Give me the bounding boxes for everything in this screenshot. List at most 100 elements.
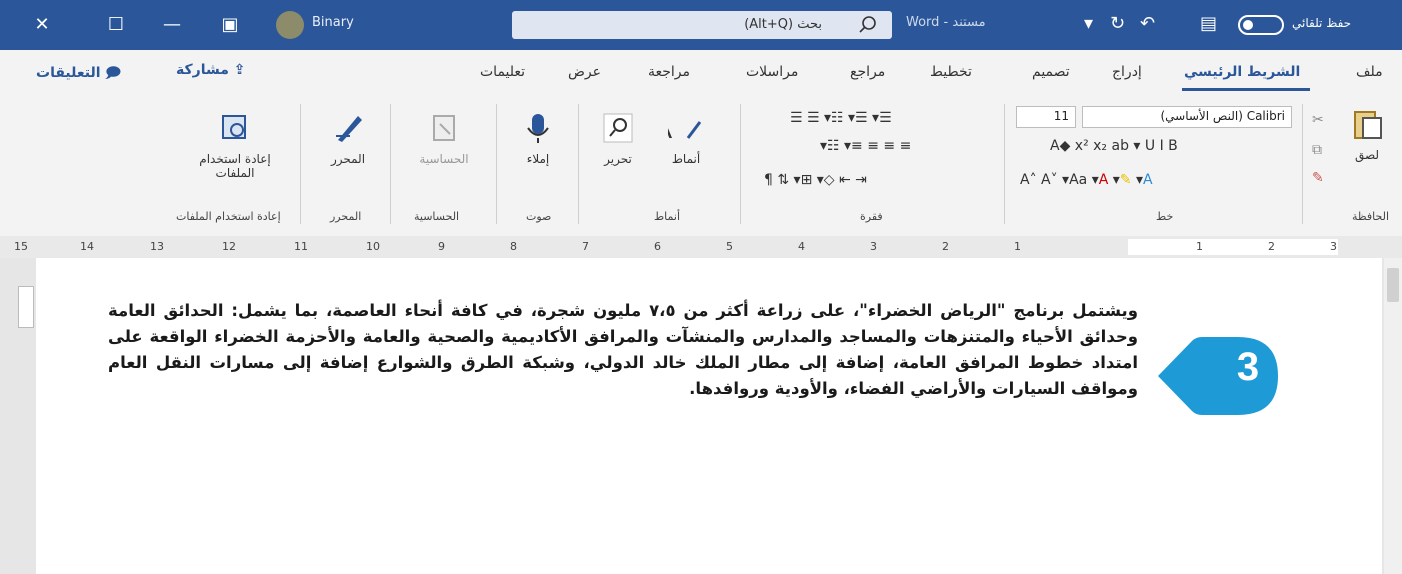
ribbon-tabs: 🗩 التعليقات ⇪ مشاركة تعليمات عرض مراجعة …: [0, 50, 1402, 92]
ruler-number: 5: [726, 240, 733, 253]
dictate-label: إملاء: [526, 152, 550, 166]
tab-references[interactable]: مراجع: [850, 64, 885, 80]
group-voice-label: صوت: [526, 210, 552, 223]
group-divider: [300, 104, 301, 224]
ruler-number: 2: [1268, 240, 1275, 253]
active-tab-indicator: [1182, 88, 1310, 91]
redo-icon[interactable]: ↻: [1110, 13, 1125, 34]
editor-label: المحرر: [330, 152, 366, 166]
account-name: Binary: [312, 15, 354, 30]
ruler-number: 4: [798, 240, 805, 253]
ribbon: إعادة استخدام الملفات إعادة استخدام المل…: [0, 92, 1402, 237]
ruler-number: 9: [438, 240, 445, 253]
minimize-icon[interactable]: —: [160, 13, 184, 37]
tab-insert[interactable]: إدراج: [1112, 64, 1142, 80]
group-divider: [496, 104, 497, 224]
group-reuse-label: إعادة استخدام الملفات: [176, 210, 281, 223]
tab-mailings[interactable]: مراسلات: [746, 64, 798, 80]
ruler-number: 12: [222, 240, 236, 253]
group-clipboard-label: الحافظة: [1352, 210, 1390, 223]
group-divider: [1302, 104, 1303, 224]
group-divider: [578, 104, 579, 224]
styles-button[interactable]: A أنماط: [656, 110, 716, 166]
scrollbar-thumb[interactable]: [1387, 268, 1399, 302]
tab-layout[interactable]: تخطيط: [930, 64, 972, 80]
ruler-number: 3: [1330, 240, 1337, 253]
format-painter-icon[interactable]: ✎: [1312, 170, 1324, 186]
paste-button[interactable]: لصق: [1342, 106, 1392, 162]
group-divider: [390, 104, 391, 224]
reuse-files-icon: [222, 115, 246, 139]
paragraph-row-2[interactable]: ▾☷ ▾≡ ≡ ≡ ≡: [820, 138, 911, 154]
document-paragraph[interactable]: ويشتمل برنامج "الرياض الخضراء"، على زراع…: [108, 298, 1138, 402]
ruler-number: 1: [1014, 240, 1021, 253]
editor-pen-icon: [336, 116, 362, 142]
autosave-toggle[interactable]: [1238, 15, 1284, 35]
editor-button[interactable]: المحرر: [318, 110, 378, 166]
step-badge-number: 3: [1236, 345, 1260, 389]
tab-help[interactable]: تعليمات: [480, 64, 525, 80]
undo-icon[interactable]: ↶: [1140, 13, 1155, 34]
qat-customize-icon[interactable]: ▾: [1084, 13, 1093, 34]
font-size-combo[interactable]: 11: [1016, 106, 1076, 128]
font-format-row[interactable]: A◆ x² x₂ ab ▾ U I B: [1050, 138, 1178, 154]
close-icon[interactable]: ✕: [30, 13, 54, 37]
search-icon: [859, 16, 876, 33]
tab-file[interactable]: ملف: [1356, 64, 1383, 80]
svg-text:A: A: [668, 113, 672, 144]
vertical-scrollbar[interactable]: [1384, 258, 1402, 574]
ruler-number: 13: [150, 240, 164, 253]
title-bar: ✕ ☐ — ▣ Binary بحث (Alt+Q) مستند - Word …: [0, 0, 1402, 50]
group-divider: [1004, 104, 1005, 224]
tab-review[interactable]: مراجعة: [648, 64, 690, 80]
save-icon[interactable]: ▤: [1200, 13, 1217, 34]
group-sensitivity-label: الحساسية: [414, 210, 460, 223]
ruler-number: 7: [582, 240, 589, 253]
microphone-icon: [527, 114, 549, 143]
styles-icon: A: [668, 113, 702, 144]
paragraph-row-3[interactable]: ¶ ⇅ ▾⊞ ▾◇ ⇤ ⇥: [764, 172, 867, 188]
copy-icon[interactable]: ⧉: [1312, 142, 1322, 158]
sensitivity-label: الحساسية: [419, 152, 469, 166]
paragraph-row-1[interactable]: ☰ ☰ ▾☷ ▾☰ ▾☰: [790, 110, 892, 126]
editing-button[interactable]: تحرير: [588, 110, 648, 166]
autosave-label: حفظ تلقائي: [1292, 16, 1352, 30]
search-box[interactable]: بحث (Alt+Q): [512, 11, 892, 39]
avatar[interactable]: [276, 11, 304, 39]
dictate-button[interactable]: إملاء: [510, 110, 566, 166]
group-divider: [740, 104, 741, 224]
maximize-icon[interactable]: ☐: [104, 13, 128, 37]
ruler-number: 2: [942, 240, 949, 253]
font-name-combo[interactable]: Calibri (النص الأساسي): [1082, 106, 1292, 128]
tab-view[interactable]: عرض: [568, 64, 601, 80]
ruler-number: 1: [1196, 240, 1203, 253]
search-input[interactable]: بحث (Alt+Q): [744, 17, 822, 32]
font-color-row[interactable]: A˄ A˅ ▾Aa ▾A ▾✎ ▾A: [1020, 172, 1153, 188]
ruler-number: 8: [510, 240, 517, 253]
find-icon: [603, 113, 633, 143]
reuse-files-label: إعادة استخدام الملفات: [199, 152, 271, 180]
paste-label: لصق: [1354, 148, 1380, 162]
ribbon-display-icon[interactable]: ▣: [218, 13, 242, 37]
reuse-files-button[interactable]: إعادة استخدام الملفات: [180, 110, 290, 180]
ruler-number: 11: [294, 240, 308, 253]
comments-button[interactable]: 🗩 التعليقات: [36, 62, 121, 86]
comments-label: التعليقات: [36, 65, 101, 81]
share-button[interactable]: ⇪ مشاركة: [176, 62, 245, 78]
ruler-text-area: [1128, 239, 1338, 255]
ruler-number: 6: [654, 240, 661, 253]
styles-label: أنماط: [671, 152, 701, 166]
ruler-number: 15: [14, 240, 28, 253]
sensitivity-button[interactable]: الحساسية: [404, 110, 484, 166]
ruler-number: 3: [870, 240, 877, 253]
group-font-label: خط: [1156, 210, 1174, 223]
sensitivity-icon: [433, 115, 455, 141]
ruler[interactable]: 15 14 13 12 11 10 9 8 7 6 5 4 3 2 1 1 2 …: [0, 236, 1402, 259]
cut-icon[interactable]: ✂: [1312, 112, 1324, 128]
tab-home[interactable]: الشريط الرئيسي: [1184, 64, 1300, 80]
ruler-number: 14: [80, 240, 94, 253]
ruler-number: 10: [366, 240, 380, 253]
tab-design[interactable]: تصميم: [1032, 64, 1070, 80]
editing-label: تحرير: [604, 152, 632, 166]
group-paragraph-label: فقرة: [860, 210, 883, 223]
